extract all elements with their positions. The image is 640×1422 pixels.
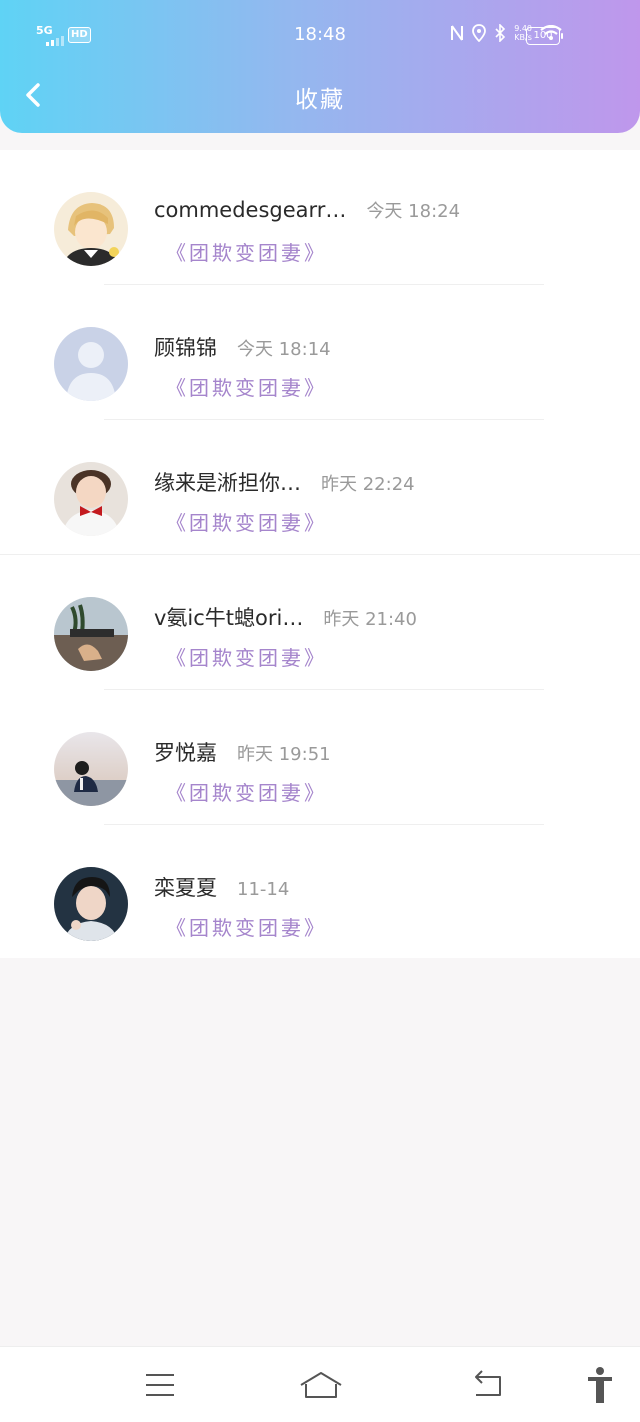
back-nav-button[interactable] [468, 1365, 508, 1405]
favorite-item[interactable]: 栾夏夏 11-14 《团欺变团妻》 [0, 825, 640, 960]
favorite-time: 今天 18:14 [237, 339, 331, 360]
avatar [54, 597, 128, 671]
page-title: 收藏 [295, 87, 345, 113]
favorite-time: 今天 18:24 [366, 201, 461, 222]
favorite-name-line: 罗悦嘉 昨天 19:51 [154, 737, 331, 767]
user-name: commedesgearr… [154, 198, 347, 222]
home-icon [300, 1372, 342, 1398]
favorite-time: 昨天 22:24 [321, 474, 415, 495]
favorite-name-line: v氨ic牛t螅ori… 昨天 21:40 [154, 602, 417, 632]
book-title[interactable]: 《团欺变团妻》 [166, 507, 327, 536]
favorite-time: 11-14 [237, 879, 290, 900]
system-nav-bar [0, 1346, 640, 1422]
book-title[interactable]: 《团欺变团妻》 [166, 777, 327, 806]
favorite-item[interactable]: 顾锦锦 今天 18:14 《团欺变团妻》 [0, 285, 640, 420]
favorite-time: 昨天 21:40 [323, 609, 417, 630]
favorite-time: 昨天 19:51 [237, 744, 331, 765]
avatar [54, 192, 128, 266]
back-arrow-icon [475, 1370, 501, 1396]
book-title[interactable]: 《团欺变团妻》 [166, 642, 327, 671]
app-header: 5G HD 18:48 9.40 KB/s 100 收藏 [0, 0, 640, 133]
favorite-item[interactable]: commedesgearr… 今天 18:24 《团欺变团妻》 [0, 150, 640, 285]
book-title[interactable]: 《团欺变团妻》 [166, 912, 327, 941]
nfc-icon [451, 25, 464, 41]
battery-indicator: 100 [526, 27, 563, 45]
accessibility-button[interactable] [580, 1365, 620, 1405]
user-name: 顾锦锦 [154, 336, 217, 360]
location-icon [472, 24, 487, 42]
favorite-item[interactable]: 罗悦嘉 昨天 19:51 《团欺变团妻》 [0, 690, 640, 825]
user-name: v氨ic牛t螅ori… [154, 606, 304, 630]
menu-button[interactable] [140, 1365, 180, 1405]
favorite-name-line: 栾夏夏 11-14 [154, 872, 289, 902]
avatar [54, 867, 128, 941]
favorite-name-line: 顾锦锦 今天 18:14 [154, 332, 331, 362]
favorite-name-line: 缘来是淅担你… 昨天 22:24 [154, 467, 415, 497]
user-name: 栾夏夏 [154, 876, 217, 900]
status-bar: 5G HD 18:48 9.40 KB/s 100 [0, 0, 640, 70]
user-name: 缘来是淅担你… [154, 471, 301, 495]
user-name: 罗悦嘉 [154, 741, 217, 765]
favorite-item[interactable]: v氨ic牛t螅ori… 昨天 21:40 《团欺变团妻》 [0, 555, 640, 690]
avatar [54, 327, 128, 401]
avatar [54, 732, 128, 806]
bluetooth-icon [495, 24, 506, 42]
menu-icon [146, 1374, 174, 1396]
book-title[interactable]: 《团欺变团妻》 [166, 372, 327, 401]
favorite-name-line: commedesgearr… 今天 18:24 [154, 197, 460, 223]
book-title[interactable]: 《团欺变团妻》 [166, 237, 327, 266]
avatar [54, 462, 128, 536]
accessibility-icon [588, 1367, 612, 1403]
home-button[interactable] [298, 1365, 344, 1405]
favorites-list: commedesgearr… 今天 18:24 《团欺变团妻》 顾锦锦 今天 18:… [0, 150, 640, 958]
favorite-item[interactable]: 缘来是淅担你… 昨天 22:24 《团欺变团妻》 [0, 420, 640, 555]
